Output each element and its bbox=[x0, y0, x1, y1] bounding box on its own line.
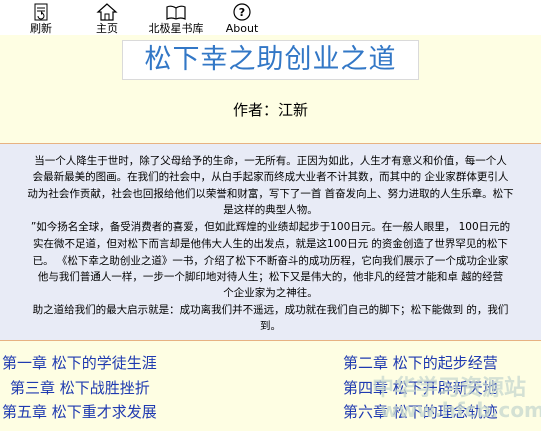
intro-line: 到。 bbox=[260, 320, 281, 332]
open-book-icon bbox=[166, 5, 186, 20]
intro-line: 动为社会作贡献，社会也回报给他们以荣誉和财富，写下了一首 首奋发向上、努力进取的… bbox=[27, 188, 514, 200]
intro-line: 是这样的典型人物。 bbox=[223, 204, 318, 216]
refresh-button[interactable]: 刷新 bbox=[26, 2, 56, 35]
intro-line: 助之道给我们的最大启示就是：成功离我们并不遥远，成功就在我们自己的脚下；松下能做… bbox=[32, 304, 509, 316]
book-title: 松下幸之助创业之道 bbox=[122, 40, 419, 80]
about-label: About bbox=[225, 22, 259, 35]
library-button[interactable]: 北极星书库 bbox=[144, 2, 208, 35]
book-author: 作者：江新 bbox=[232, 101, 308, 119]
intro-line: 已。 《松下幸之助创业之道》一书，介绍了松下不断奋斗的成功历程，它向我们展示了一… bbox=[32, 255, 509, 267]
intro-line: 个企业家为之神往。 bbox=[223, 287, 318, 299]
toolbar: 刷新 主页 北极星书库 ? About bbox=[0, 0, 541, 35]
document-refresh-icon bbox=[34, 3, 48, 21]
svg-text:?: ? bbox=[239, 6, 245, 19]
chapter-link-6[interactable]: 第六章 松下的理念轨迹 bbox=[343, 401, 498, 422]
chapter-link-2[interactable]: 第二章 松下的起步经营 bbox=[343, 352, 498, 373]
refresh-label: 刷新 bbox=[30, 22, 52, 35]
chapter-link-3[interactable]: 第三章 松下战胜挫折 bbox=[10, 377, 150, 398]
chapter-link-5[interactable]: 第五章 松下重才求发展 bbox=[2, 401, 157, 422]
intro-line: 会最新最美的图画。在我们的社会中，从白手起家而终成大业者不计其数，而其中的 企业… bbox=[32, 171, 509, 183]
intro-line: 当一个人降生于世时，除了父母给予的生命，一无所有。正因为如此，人生才有意义和价值… bbox=[34, 155, 507, 167]
chapter-link-4[interactable]: 第四章 松下开辟新天地 bbox=[343, 377, 498, 398]
about-button[interactable]: ? About bbox=[225, 2, 259, 35]
help-question-icon: ? bbox=[233, 3, 251, 21]
house-icon bbox=[96, 3, 118, 21]
intro-line: 实在微不足道，但对松下而言却是他伟大人生的出发点，就是这100日元 的资金创造了… bbox=[33, 238, 508, 250]
home-button[interactable]: 主页 bbox=[92, 2, 122, 35]
intro-line: ”如今扬名全球，备受消费者的喜爱，但如此辉煌的业绩却起步于100日元。在一般人眼… bbox=[30, 221, 511, 233]
chapter-link-1[interactable]: 第一章 松下的学徒生涯 bbox=[2, 352, 157, 373]
intro-panel: 当一个人降生于世时，除了父母给予的生命，一无所有。正因为如此，人生才有意义和价值… bbox=[0, 143, 541, 341]
home-label: 主页 bbox=[96, 22, 118, 35]
library-label: 北极星书库 bbox=[148, 22, 204, 35]
intro-line: 他与我们普通人一样，一步一个脚印地对待人生；松下又是伟大的，他非凡的经营才能和卓… bbox=[37, 271, 504, 283]
